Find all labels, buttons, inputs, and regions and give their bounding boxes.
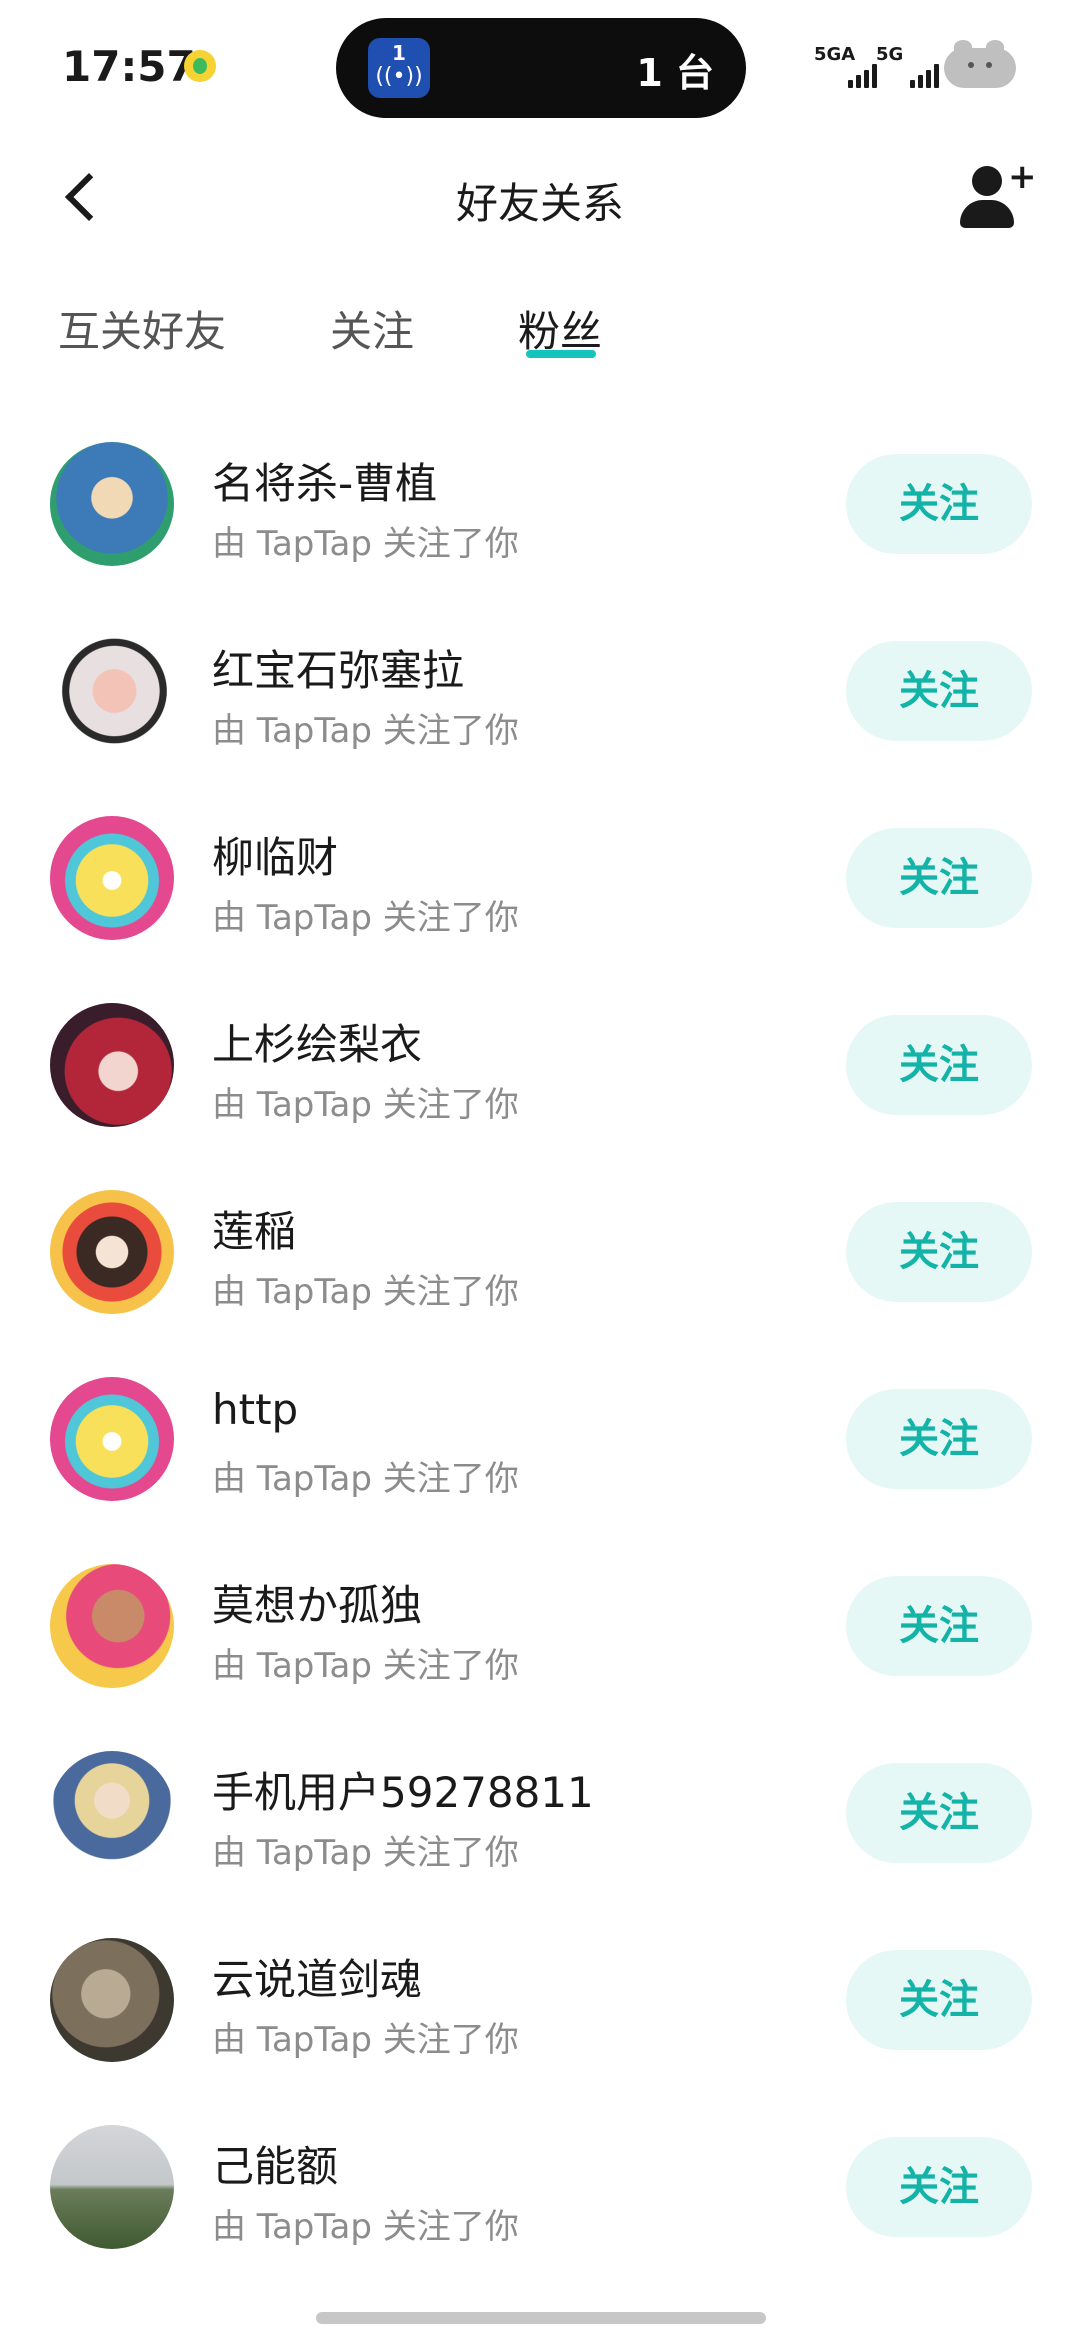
page-title: 好友关系 [455, 179, 624, 228]
follow-button[interactable]: 关注 [846, 1389, 1032, 1489]
user-subtitle: 由 TapTap 关注了你 [212, 1833, 519, 1873]
list-item[interactable]: 名将杀-曹植 由 TapTap 关注了你 关注 [0, 400, 1080, 587]
island-wave: ((•)) [375, 64, 423, 89]
dynamic-island[interactable]: 1 ((•)) 1 台 [336, 18, 746, 118]
list-item[interactable]: 云说道剑魂 由 TapTap 关注了你 关注 [0, 1896, 1080, 2083]
avatar[interactable] [50, 2125, 174, 2249]
avatar[interactable] [50, 1003, 174, 1127]
nfc-icon: 1 ((•)) [368, 38, 430, 98]
header: 好友关系 + [0, 140, 1080, 250]
user-subtitle: 由 TapTap 关注了你 [212, 2207, 519, 2247]
avatar[interactable] [50, 1564, 174, 1688]
user-name: 莫想か孤独 [212, 1581, 423, 1630]
list-item[interactable]: 手机用户59278811 由 TapTap 关注了你 关注 [0, 1709, 1080, 1896]
avatar[interactable] [50, 1938, 174, 2062]
follow-button[interactable]: 关注 [846, 1576, 1032, 1676]
user-name: 红宝石弥塞拉 [212, 646, 465, 695]
user-subtitle: 由 TapTap 关注了你 [212, 1272, 519, 1312]
home-indicator[interactable] [316, 2312, 766, 2324]
follow-button[interactable]: 关注 [846, 1763, 1032, 1863]
tab-indicator [526, 350, 596, 358]
tab-bar: 互关好友 关注 粉丝 [0, 290, 1080, 370]
list-item[interactable]: 莫想か孤独 由 TapTap 关注了你 关注 [0, 1522, 1080, 1709]
battery-icon [944, 40, 1016, 88]
avatar[interactable] [50, 1751, 174, 1875]
follow-button[interactable]: 关注 [846, 2137, 1032, 2237]
follow-button[interactable]: 关注 [846, 1202, 1032, 1302]
avatar[interactable] [50, 629, 174, 753]
list-item[interactable]: 红宝石弥塞拉 由 TapTap 关注了你 关注 [0, 587, 1080, 774]
status-bar: 17:57 1 ((•)) 1 台 5GA 5G [0, 0, 1080, 130]
avatar[interactable] [50, 1190, 174, 1314]
follow-button[interactable]: 关注 [846, 828, 1032, 928]
follow-button[interactable]: 关注 [846, 1015, 1032, 1115]
list-item[interactable]: 上杉绘梨衣 由 TapTap 关注了你 关注 [0, 961, 1080, 1148]
island-text: 1 台 [636, 51, 714, 95]
user-subtitle: 由 TapTap 关注了你 [212, 1646, 519, 1686]
user-name: 名将杀-曹植 [212, 459, 438, 508]
user-name: 上杉绘梨衣 [212, 1020, 423, 1069]
avatar[interactable] [50, 816, 174, 940]
avatar[interactable] [50, 442, 174, 566]
user-subtitle: 由 TapTap 关注了你 [212, 711, 519, 751]
add-user-icon[interactable]: + [960, 160, 1037, 236]
user-name: 手机用户59278811 [212, 1768, 594, 1817]
user-name: 己能额 [212, 2142, 339, 2191]
user-subtitle: 由 TapTap 关注了你 [212, 1459, 519, 1499]
follow-button[interactable]: 关注 [846, 1950, 1032, 2050]
island-badge: 1 [392, 41, 406, 65]
user-subtitle: 由 TapTap 关注了你 [212, 524, 519, 564]
list-item[interactable]: 柳临财 由 TapTap 关注了你 关注 [0, 774, 1080, 961]
signal-icon: 5GA [814, 44, 878, 88]
user-subtitle: 由 TapTap 关注了你 [212, 2020, 519, 2060]
follow-button[interactable]: 关注 [846, 641, 1032, 741]
music-app-icon [184, 50, 216, 82]
signal-icon: 5G [876, 44, 940, 88]
list-item[interactable]: 莲稲 由 TapTap 关注了你 关注 [0, 1148, 1080, 1335]
user-name: http [212, 1385, 299, 1434]
avatar[interactable] [50, 1377, 174, 1501]
list-item[interactable]: http 由 TapTap 关注了你 关注 [0, 1335, 1080, 1522]
follow-button[interactable]: 关注 [846, 454, 1032, 554]
user-name: 柳临财 [212, 833, 339, 882]
tab-mutual-friends[interactable]: 互关好友 [58, 298, 226, 359]
user-subtitle: 由 TapTap 关注了你 [212, 898, 519, 938]
user-subtitle: 由 TapTap 关注了你 [212, 1085, 519, 1125]
signal-label: 5G [876, 44, 904, 65]
tab-following[interactable]: 关注 [330, 298, 414, 359]
user-name: 云说道剑魂 [212, 1955, 423, 2004]
user-name: 莲稲 [212, 1207, 297, 1256]
status-time: 17:57 [62, 42, 196, 91]
list-item[interactable]: 己能额 由 TapTap 关注了你 关注 [0, 2083, 1080, 2270]
